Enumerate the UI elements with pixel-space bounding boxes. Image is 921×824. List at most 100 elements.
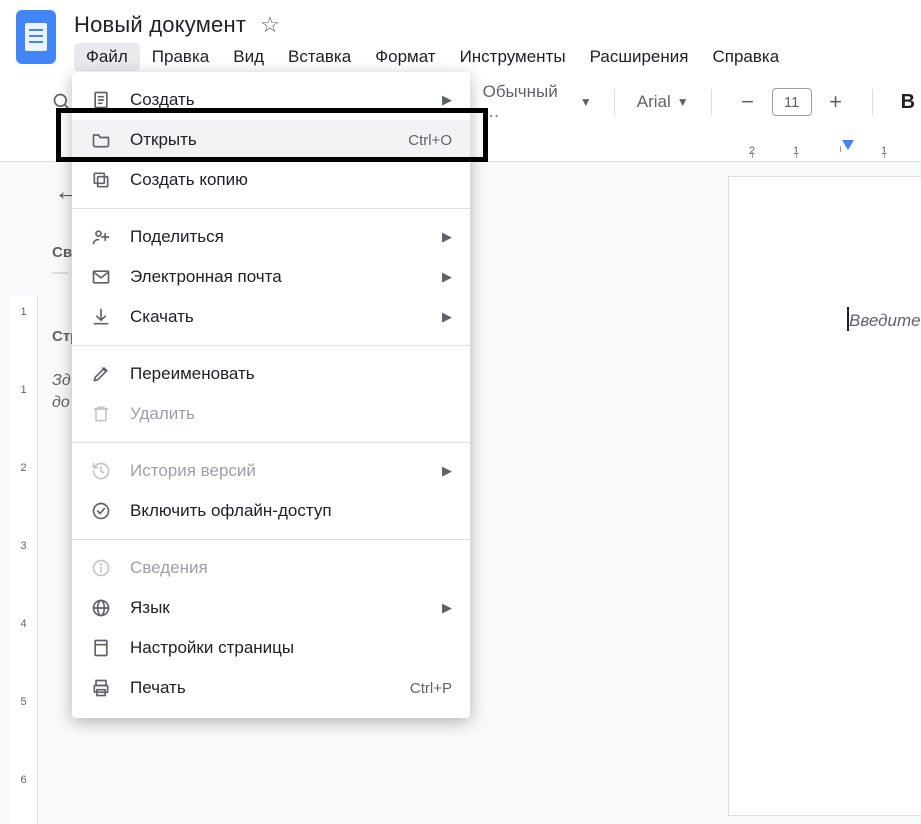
menu-item-label: Скачать [130, 307, 424, 327]
menu-item-label: Электронная почта [130, 267, 424, 287]
file-menu-item: Удалить [72, 394, 470, 434]
menu-view[interactable]: Вид [221, 43, 276, 71]
globe-icon [90, 598, 112, 618]
menu-file[interactable]: Файл [74, 43, 140, 71]
menu-item-label: Удалить [130, 404, 452, 424]
file-menu-item[interactable]: Создать ▶ [72, 80, 470, 120]
toolbar-divider [872, 89, 873, 115]
doc-icon [90, 90, 112, 110]
menu-item-label: Сведения [130, 558, 452, 578]
menu-separator [72, 539, 470, 540]
outline-divider [52, 272, 68, 274]
ruler-tick: 1 [774, 145, 818, 157]
page-placeholder: Введите [849, 311, 921, 331]
rename-icon [90, 364, 112, 384]
file-menu-item[interactable]: Скачать ▶ [72, 297, 470, 337]
file-menu-item[interactable]: Включить офлайн-доступ [72, 491, 470, 531]
file-menu-item[interactable]: Электронная почта ▶ [72, 257, 470, 297]
vertical-ruler[interactable]: 1 1 2 3 4 5 6 [10, 296, 38, 824]
menu-separator [72, 442, 470, 443]
outline-heading: Св [52, 244, 72, 261]
font-family-dropdown[interactable]: Arial ▼ [637, 92, 689, 112]
menu-extensions[interactable]: Расширения [578, 43, 701, 71]
ruler-tick: 6 [10, 774, 37, 786]
menu-item-label: Настройки страницы [130, 638, 452, 658]
paragraph-style-dropdown[interactable]: Обычный … ▼ [483, 82, 592, 122]
ruler-tick: 1 [10, 306, 37, 318]
file-menu-item[interactable]: Настройки страницы [72, 628, 470, 668]
copy-icon [90, 170, 112, 190]
submenu-arrow-icon: ▶ [442, 92, 452, 108]
font-family-label: Arial [637, 92, 671, 112]
file-menu-dropdown: Создать ▶ Открыть Ctrl+O Создать копию Подели… [72, 72, 470, 718]
page-icon [90, 638, 112, 658]
print-icon [90, 678, 112, 698]
document-title[interactable]: Новый документ [74, 12, 246, 38]
history-icon [90, 461, 112, 481]
chevron-down-icon: ▼ [677, 95, 689, 109]
ruler-tick: 5 [10, 696, 37, 708]
submenu-arrow-icon: ▶ [442, 463, 452, 479]
menubar: Файл Правка Вид Вставка Формат Инструмен… [74, 42, 921, 72]
folder-icon [90, 130, 112, 150]
ruler-tick: 2 [10, 462, 37, 474]
share-icon [90, 227, 112, 247]
font-size-group: − 11 + [734, 88, 850, 116]
menu-item-label: Включить офлайн-доступ [130, 501, 452, 521]
app-header: Новый документ ☆ Файл Правка Вид Вставка… [0, 0, 921, 72]
file-menu-item[interactable]: Печать Ctrl+P [72, 668, 470, 708]
docs-logo[interactable] [16, 10, 56, 64]
submenu-arrow-icon: ▶ [442, 600, 452, 616]
file-menu-item[interactable]: Переименовать [72, 354, 470, 394]
submenu-arrow-icon: ▶ [442, 309, 452, 325]
download-icon [90, 307, 112, 327]
menu-tools[interactable]: Инструменты [448, 43, 578, 71]
menu-insert[interactable]: Вставка [276, 43, 363, 71]
trash-icon [90, 404, 112, 424]
document-page[interactable]: Введите [728, 176, 921, 816]
header-main: Новый документ ☆ Файл Правка Вид Вставка… [74, 10, 921, 72]
ruler-tick: 2 [730, 145, 774, 157]
submenu-arrow-icon: ▶ [442, 229, 452, 245]
menu-item-label: Переименовать [130, 364, 452, 384]
mail-icon [90, 267, 112, 287]
file-menu-item[interactable]: Язык ▶ [72, 588, 470, 628]
menu-item-shortcut: Ctrl+P [410, 680, 452, 697]
font-size-increase[interactable]: + [822, 88, 850, 116]
file-menu-item[interactable]: Поделиться ▶ [72, 217, 470, 257]
menu-item-label: История версий [130, 461, 424, 481]
toolbar-divider [711, 89, 712, 115]
menu-item-label: Создать копию [130, 170, 452, 190]
menu-help[interactable]: Справка [700, 43, 791, 71]
menu-separator [72, 208, 470, 209]
menu-edit[interactable]: Правка [140, 43, 221, 71]
info-icon [90, 558, 112, 578]
file-menu-item[interactable]: Создать копию [72, 160, 470, 200]
file-menu-item[interactable]: Открыть Ctrl+O [72, 120, 470, 160]
menu-item-label: Создать [130, 90, 424, 110]
menu-item-label: Поделиться [130, 227, 424, 247]
font-size-decrease[interactable]: − [734, 88, 762, 116]
menu-item-shortcut: Ctrl+O [408, 132, 452, 149]
menu-item-label: Открыть [130, 130, 390, 150]
paragraph-style-label: Обычный … [483, 82, 574, 122]
menu-item-label: Печать [130, 678, 392, 698]
toolbar-divider [614, 89, 615, 115]
indent-marker-icon[interactable] [842, 140, 854, 150]
file-menu-item: История версий ▶ [72, 451, 470, 491]
ruler-tick: 4 [10, 618, 37, 630]
chevron-down-icon: ▼ [580, 95, 592, 109]
outline-empty-text: Зддо [52, 370, 71, 415]
font-size-input[interactable]: 11 [772, 88, 812, 116]
ruler-tick: 1 [10, 384, 37, 396]
menu-format[interactable]: Формат [363, 43, 447, 71]
ruler-tick: 3 [10, 540, 37, 552]
menu-item-label: Язык [130, 598, 424, 618]
file-menu-item: Сведения [72, 548, 470, 588]
menu-separator [72, 345, 470, 346]
submenu-arrow-icon: ▶ [442, 269, 452, 285]
star-icon[interactable]: ☆ [260, 14, 280, 36]
offline-icon [90, 501, 112, 521]
ruler-tick: 1 [862, 145, 906, 157]
bold-button[interactable]: B [895, 91, 921, 114]
